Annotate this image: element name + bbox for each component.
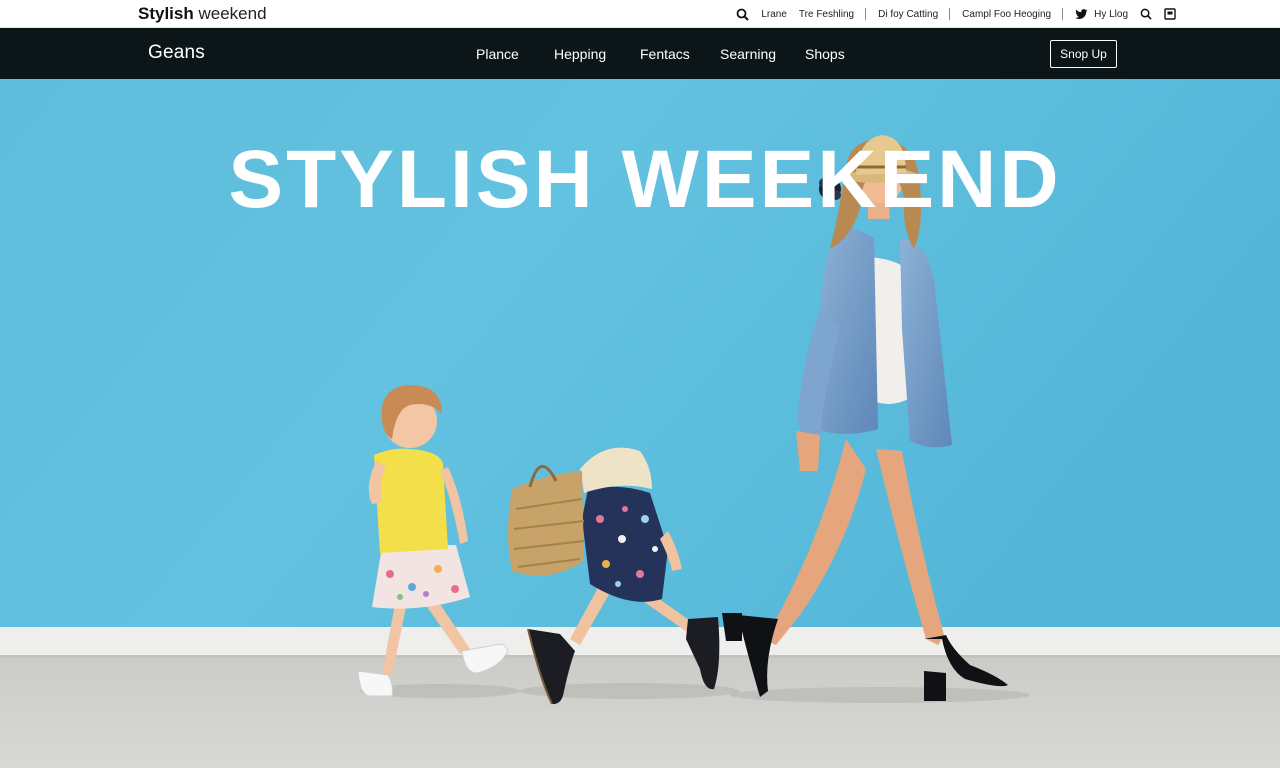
utility-bar: Stylish weekend Lrane Tre Feshling Di fo… — [0, 0, 1280, 28]
utility-link-heoging[interactable]: Campl Foo Heoging — [962, 9, 1051, 20]
divider — [1062, 8, 1064, 20]
brand-name-strong: Stylish — [138, 4, 194, 23]
utility-link-catting[interactable]: Di foy Catting — [878, 9, 938, 20]
brand-logo[interactable]: Stylish weekend — [138, 4, 267, 24]
nav-item-fentacs[interactable]: Fentacs — [640, 46, 690, 62]
nav-item-plance[interactable]: Plance — [476, 46, 519, 62]
brand-name-light: weekend — [198, 4, 267, 23]
utility-links: Lrane Tre Feshling Di foy Catting Campl … — [736, 0, 1176, 28]
bag-icon[interactable] — [1164, 8, 1176, 20]
search-icon[interactable] — [1140, 8, 1152, 20]
utility-link-feshling[interactable]: Tre Feshling — [799, 9, 854, 20]
signup-button[interactable]: Snop Up — [1050, 40, 1117, 68]
utility-link-lrane[interactable]: Lrane — [761, 9, 787, 20]
divider — [949, 8, 951, 20]
divider — [865, 8, 867, 20]
search-icon[interactable] — [736, 8, 750, 21]
hero-banner: STYLISH WEEKEND — [0, 79, 1280, 768]
hero-title: STYLISH WEEKEND — [228, 134, 1062, 225]
nav-item-hepping[interactable]: Hepping — [554, 46, 606, 62]
nav-item-searning[interactable]: Searning — [720, 46, 776, 62]
main-nav: Geans Plance Hepping Fentacs Searning Sh… — [0, 28, 1280, 79]
utility-link-blog[interactable]: Hy Llog — [1094, 9, 1128, 20]
nav-item-shops[interactable]: Shops — [805, 46, 845, 62]
twitter-icon[interactable] — [1075, 8, 1088, 20]
